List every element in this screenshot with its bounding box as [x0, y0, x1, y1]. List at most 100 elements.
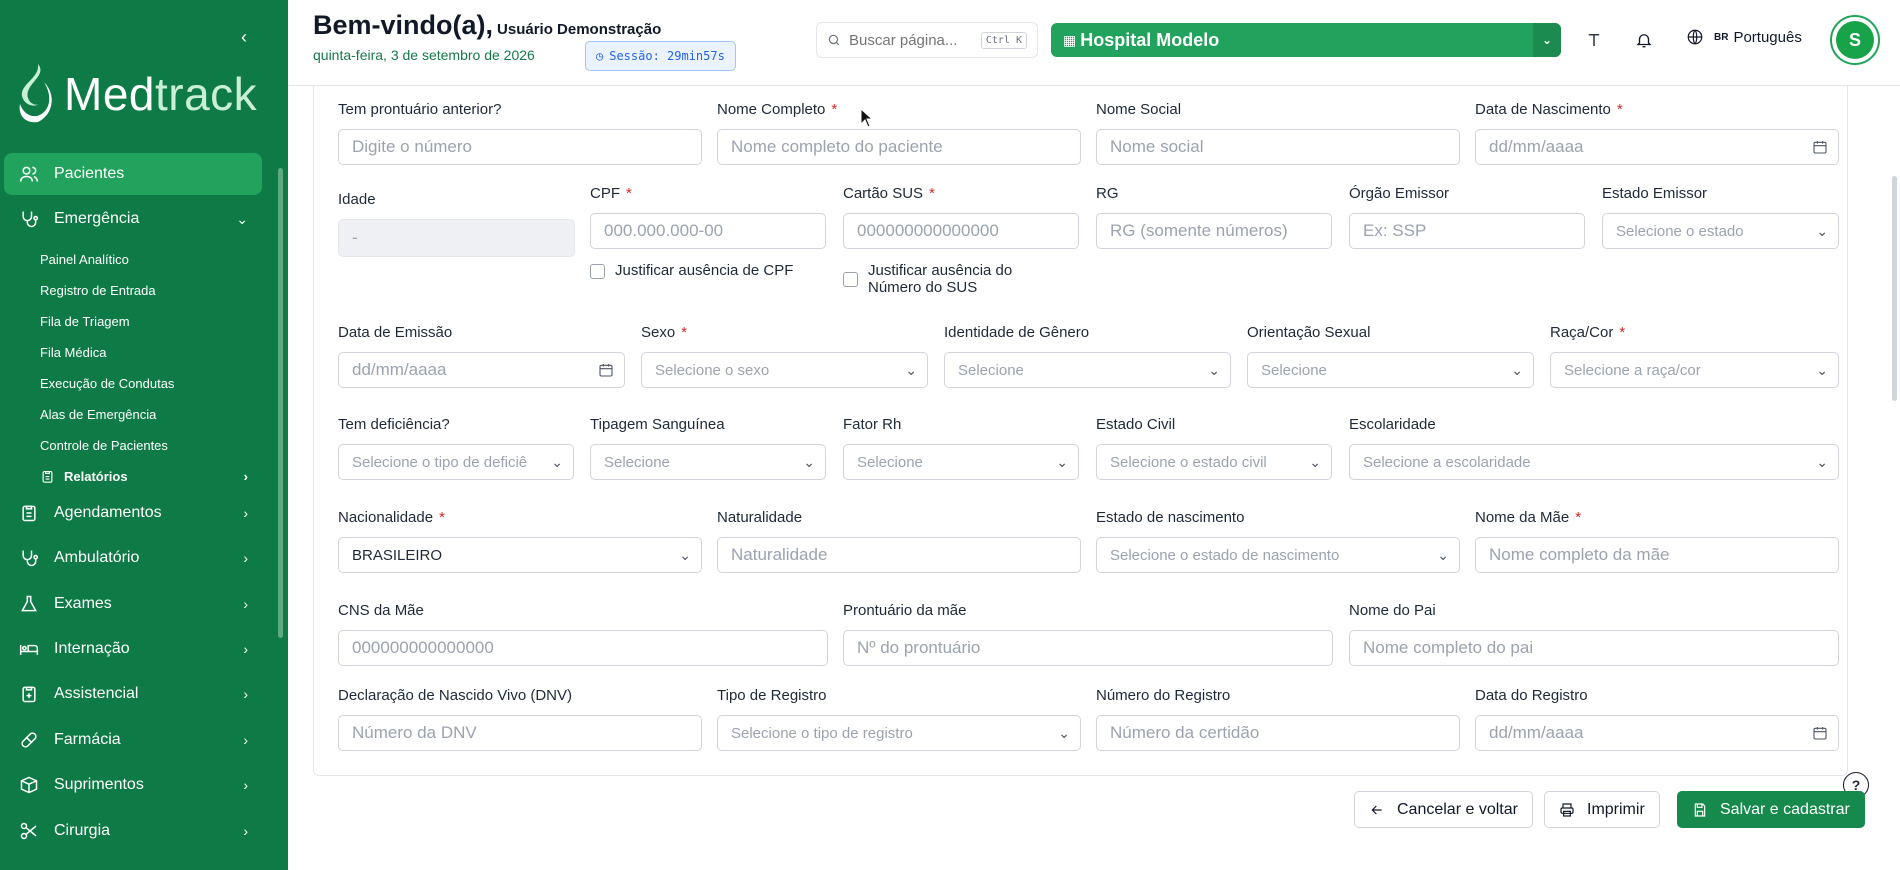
chevron-right-icon: ›: [243, 777, 248, 794]
dnv-input[interactable]: Número da DNV: [338, 715, 702, 751]
chevron-right-icon: ›: [243, 550, 248, 567]
language-selector[interactable]: BR Português: [1686, 28, 1802, 46]
cancel-button[interactable]: Cancelar e voltar: [1354, 791, 1533, 828]
sidebar-item-suprimentos[interactable]: Suprimentos ›: [4, 764, 262, 806]
sidebar-item-farmacia[interactable]: Farmácia ›: [4, 719, 262, 761]
cpf-input[interactable]: 000.000.000-00: [590, 213, 826, 249]
field-deficiencia: Tem deficiência? Selecione o tipo de def…: [338, 416, 574, 480]
chevron-down-icon[interactable]: ⌄: [1533, 23, 1561, 57]
chevron-down-icon: ⌄: [1309, 454, 1321, 470]
submenu-item[interactable]: Fila de Triagem: [40, 306, 262, 337]
calendar-icon[interactable]: [1812, 139, 1828, 158]
field-cartao-sus: Cartão SUS * 000000000000000: [843, 185, 1079, 249]
sidebar-item-cirurgia[interactable]: Cirurgia ›: [4, 810, 262, 852]
estado-emissor-select[interactable]: Selecione o estado ⌄: [1602, 213, 1839, 249]
nome-completo-input[interactable]: Nome completo do paciente: [717, 129, 1081, 165]
sidebar-scrollbar[interactable]: [278, 168, 283, 638]
search-shortcut: Ctrl K: [980, 31, 1027, 49]
sidebar-item-assistencial[interactable]: Assistencial ›: [4, 673, 262, 715]
tipo-registro-select[interactable]: Selecione o tipo de registro ⌄: [717, 715, 1081, 751]
save-icon: [1694, 802, 1706, 817]
estado-civil-select[interactable]: Selecione o estado civil ⌄: [1096, 444, 1332, 480]
prontuario-anterior-input[interactable]: Digite o número: [338, 129, 702, 165]
orgao-emissor-input[interactable]: Ex: SSP: [1349, 213, 1585, 249]
sidebar-item-label: Agendamentos: [54, 503, 162, 521]
tipagem-select[interactable]: Selecione ⌄: [590, 444, 826, 480]
building-icon: ▦: [1063, 31, 1077, 48]
field-fator-rh: Fator Rh Selecione ⌄: [843, 416, 1079, 480]
justificar-cpf-checkbox[interactable]: Justificar ausência de CPF: [590, 262, 793, 279]
save-button[interactable]: Salvar e cadastrar: [1677, 791, 1865, 828]
orientacao-sexual-select[interactable]: Selecione ⌄: [1247, 352, 1534, 388]
search-input[interactable]: [849, 31, 974, 49]
raca-cor-select[interactable]: Selecione a raça/cor ⌄: [1550, 352, 1839, 388]
logo: Medtrack: [14, 62, 257, 126]
escolaridade-select[interactable]: Selecione a escolaridade ⌄: [1349, 444, 1839, 480]
estado-nascimento-select[interactable]: Selecione o estado de nascimento ⌄: [1096, 537, 1460, 573]
nome-pai-input[interactable]: Nome completo do pai: [1349, 630, 1839, 666]
data-emissao-input[interactable]: dd/mm/aaaa: [338, 352, 625, 388]
sidebar-item-label: Ambulatório: [54, 549, 140, 567]
calendar-icon[interactable]: [1812, 725, 1828, 744]
users-icon: [18, 163, 40, 185]
stethoscope-icon: [18, 208, 40, 230]
sidebar-item-agendamentos[interactable]: Agendamentos ›: [4, 492, 262, 534]
justificar-sus-checkbox[interactable]: Justificar ausência do Número do SUS: [843, 262, 1012, 296]
collapse-sidebar-icon[interactable]: ‹: [234, 26, 254, 48]
nome-mae-input[interactable]: Nome completo da mãe: [1475, 537, 1839, 573]
submenu-item[interactable]: Fila Médica: [40, 337, 262, 368]
field-estado-emissor: Estado Emissor Selecione o estado ⌄: [1602, 185, 1839, 249]
chevron-down-icon: ⌄: [679, 547, 691, 563]
cns-mae-input[interactable]: 000000000000000: [338, 630, 828, 666]
identidade-genero-select[interactable]: Selecione ⌄: [944, 352, 1231, 388]
submenu-item-relatorios[interactable]: Relatórios ›: [40, 461, 262, 492]
submenu-item[interactable]: Painel Analítico: [40, 244, 262, 275]
prontuario-mae-input[interactable]: Nº do prontuário: [843, 630, 1333, 666]
sidebar-item-internacao[interactable]: Internação ›: [4, 628, 262, 670]
numero-registro-input[interactable]: Número da certidão: [1096, 715, 1460, 751]
chevron-down-icon: ⌄: [905, 362, 917, 378]
submenu-item[interactable]: Execução de Condutas: [40, 368, 262, 399]
sidebar: ‹ Medtrack Pacientes Emergência ⌄ Painel…: [0, 0, 288, 870]
deficiencia-select[interactable]: Selecione o tipo de deficiê ⌄: [338, 444, 574, 480]
calendar-icon[interactable]: [598, 362, 614, 381]
avatar[interactable]: S: [1830, 15, 1880, 65]
sidebar-item-pacientes[interactable]: Pacientes: [4, 153, 262, 195]
field-orientacao-sexual: Orientação Sexual Selecione ⌄: [1247, 324, 1534, 388]
search-icon: [828, 34, 840, 46]
naturalidade-input[interactable]: Naturalidade: [717, 537, 1081, 573]
chevron-right-icon: ›: [243, 686, 248, 703]
rg-input[interactable]: RG (somente números): [1096, 213, 1332, 249]
sidebar-nav: Pacientes Emergência ⌄ Painel Analítico …: [4, 153, 262, 855]
hospital-selector[interactable]: ▦ Hospital Modelo ⌄: [1051, 23, 1561, 57]
fator-rh-select[interactable]: Selecione ⌄: [843, 444, 1079, 480]
bell-icon[interactable]: [1632, 28, 1656, 52]
arrow-left-icon: [1371, 805, 1382, 814]
nacionalidade-select[interactable]: BRASILEIRO ⌄: [338, 537, 702, 573]
print-button[interactable]: Imprimir: [1544, 791, 1660, 828]
sidebar-item-ambulatorio[interactable]: Ambulatório ›: [4, 537, 262, 579]
submenu-item[interactable]: Controle de Pacientes: [40, 430, 262, 461]
sidebar-item-exames[interactable]: Exames ›: [4, 583, 262, 625]
welcome-title: Bem-vindo(a), Usuário Demonstração: [313, 10, 662, 40]
submenu-item[interactable]: Registro de Entrada: [40, 275, 262, 306]
chevron-right-icon: ›: [243, 504, 248, 521]
sidebar-item-emergencia[interactable]: Emergência ⌄: [4, 198, 262, 240]
chevron-down-icon: ⌄: [1437, 547, 1449, 563]
chevron-right-icon: ›: [243, 468, 248, 484]
data-registro-input[interactable]: dd/mm/aaaa: [1475, 715, 1839, 751]
clipboard-icon: [40, 469, 56, 484]
text-size-icon[interactable]: [1582, 28, 1606, 52]
main-scrollbar[interactable]: [1892, 176, 1897, 401]
nome-social-input[interactable]: Nome social: [1096, 129, 1460, 165]
search-box[interactable]: Ctrl K: [816, 22, 1038, 58]
cartao-sus-input[interactable]: 000000000000000: [843, 213, 1079, 249]
flask-icon: [18, 593, 40, 615]
sexo-select[interactable]: Selecione o sexo ⌄: [641, 352, 928, 388]
field-nome-social: Nome Social Nome social: [1096, 101, 1460, 165]
chevron-down-icon: ⌄: [1208, 362, 1220, 378]
sidebar-item-label: Emergência: [54, 210, 140, 228]
data-nascimento-input[interactable]: dd/mm/aaaa: [1475, 129, 1839, 165]
submenu-item[interactable]: Alas de Emergência: [40, 399, 262, 430]
chevron-right-icon: ›: [243, 595, 248, 612]
